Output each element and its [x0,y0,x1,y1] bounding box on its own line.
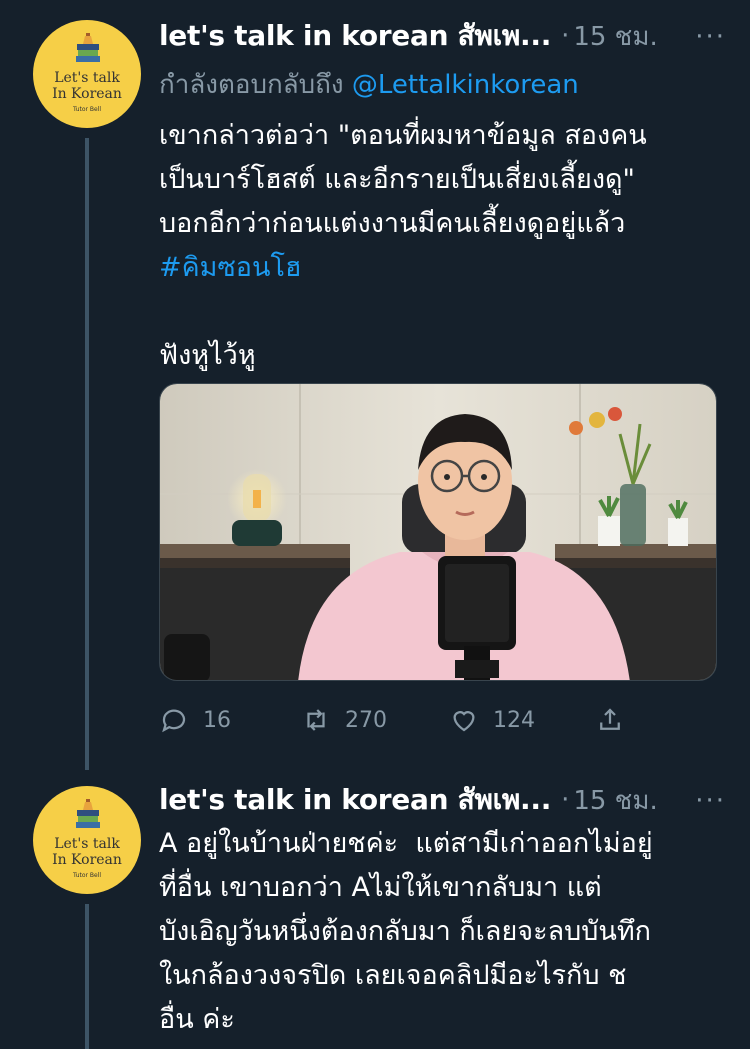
tweet-text-line: บอกอีกว่าก่อนแต่งงานมีคนเลี้ยงดูอยู่แล้ว [159,208,626,239]
avatar[interactable]: Let's talk In Korean Tutor Bell [33,20,141,128]
tweet-text-line: เขากล่าวต่อว่า "ตอนที่ผมหาข้อมูล สองคน [159,120,647,151]
tweet[interactable]: Let's talk In Korean Tutor Bell let's ta… [0,0,750,770]
avatar-text-line3: Tutor Bell [72,872,102,879]
avatar[interactable]: Let's talk In Korean Tutor Bell [33,786,141,894]
video-frame-image [160,384,716,680]
replying-to: กำลังตอบกลับถึง @Lettalkinkorean [159,64,579,105]
reply-icon [162,709,186,733]
display-name[interactable]: let's talk in korean สัพเพ... [159,14,551,58]
share-icon [600,708,620,730]
avatar-text-line1: Let's talk [54,70,120,86]
tweet-text: เขากล่าวต่อว่า "ตอนที่ผมหาข้อมูล สองคน เ… [159,114,729,378]
display-name[interactable]: let's talk in korean สัพเพ... [159,778,551,822]
more-options-icon[interactable]: ··· [695,22,726,52]
avatar-text-line2: In Korean [52,86,122,102]
avatar-text-line1: Let's talk [54,836,120,852]
retweet-count: 270 [345,707,387,733]
reply-button[interactable]: 16 [159,700,231,740]
timestamp[interactable]: 15 ชม. [573,780,657,821]
video-thumbnail[interactable] [159,383,717,681]
hashtag-link[interactable]: #คิมซอนโฮ [159,252,301,283]
books-logo-icon [76,799,100,828]
reply-count: 16 [203,707,231,733]
like-count: 124 [493,707,535,733]
separator: · [561,21,570,51]
like-button[interactable]: 124 [449,700,535,740]
books-logo-icon [76,33,100,62]
tweet-header: let's talk in korean สัพเพ... · 15 ชม. ·… [159,780,726,820]
tweet[interactable]: Let's talk In Korean Tutor Bell let's ta… [0,770,750,1049]
tweet-text-line: เป็นบาร์โฮสต์ และอีกรายเป็นเสี่ยงเลี้ยงด… [159,164,635,195]
tweet-actions: 16 270 124 [159,700,639,740]
reply-handle-link[interactable]: @Lettalkinkorean [352,70,579,100]
avatar-text-line2: In Korean [52,852,122,868]
separator: · [561,785,570,815]
thread-line [85,904,89,1049]
retweet-icon [307,709,325,731]
heart-icon [453,711,475,732]
tweet-text: A อยู่ในบ้านฝ่ายชค่ะ แต่สามีเก่าออกไม่อย… [159,828,653,1035]
retweet-button[interactable]: 270 [301,700,387,740]
tweet-text-line: ฟังหูไว้หู [159,340,256,371]
replying-to-label: กำลังตอบกลับถึง [159,70,344,100]
timestamp[interactable]: 15 ชม. [573,16,657,57]
thread-line [85,138,89,770]
more-options-icon[interactable]: ··· [695,786,726,816]
share-button[interactable] [595,700,639,740]
avatar-text-line3: Tutor Bell [72,106,102,113]
tweet-header: let's talk in korean สัพเพ... · 15 ชม. ·… [159,16,726,56]
